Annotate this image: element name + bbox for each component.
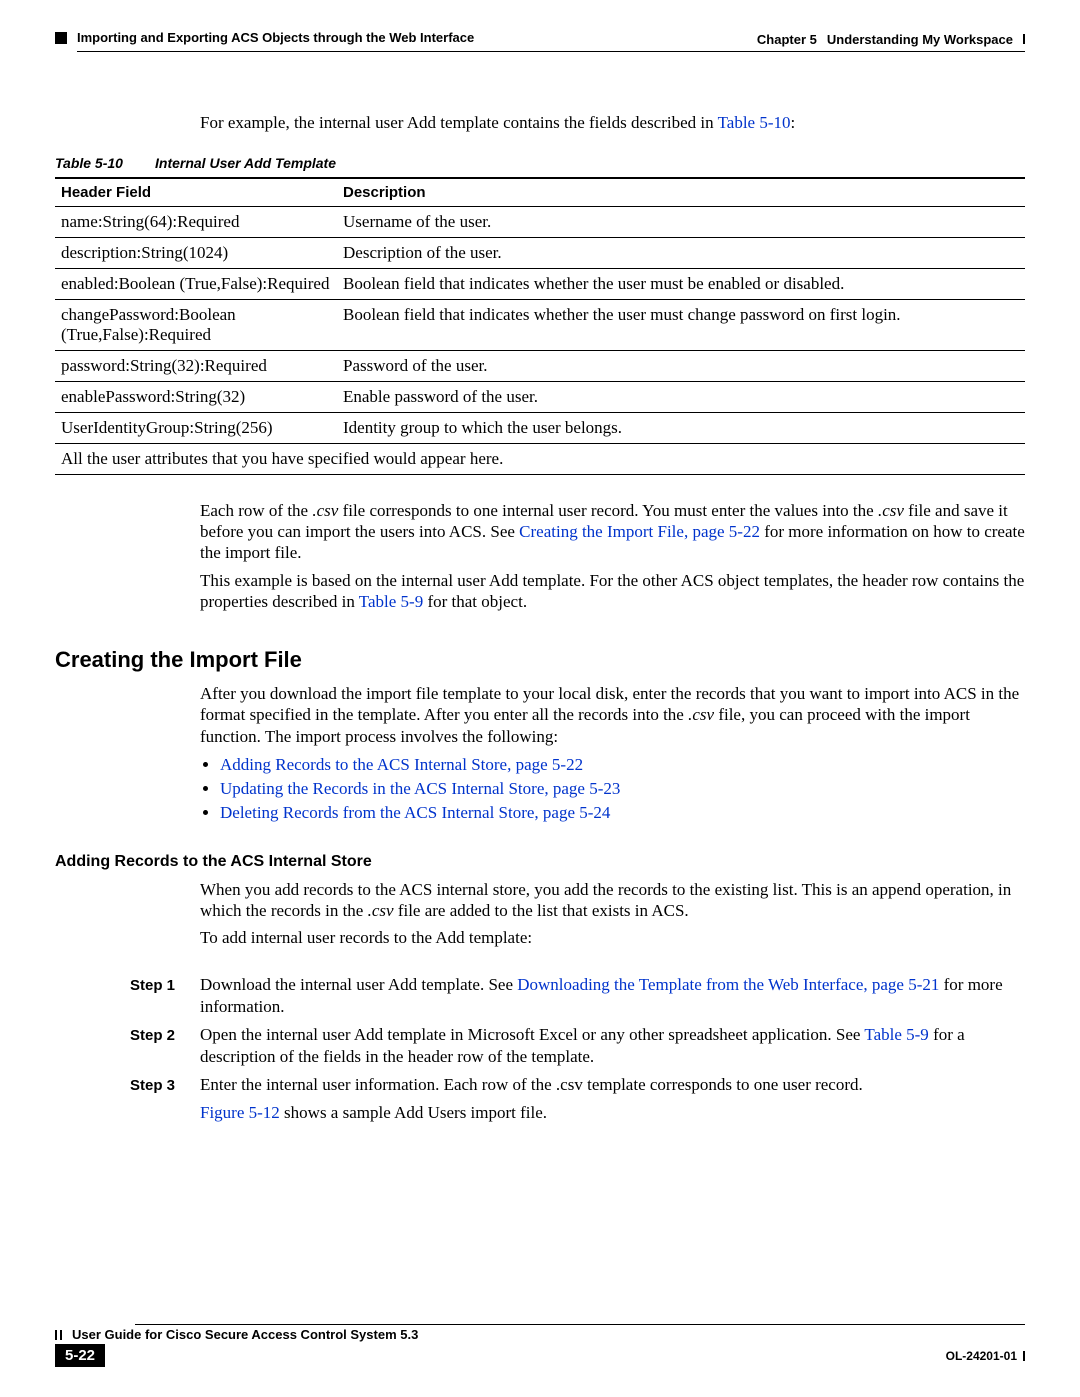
- table-row: description:String(1024)Description of t…: [55, 237, 1025, 268]
- link-table-5-10[interactable]: Table 5-10: [718, 113, 791, 132]
- header-marker: [55, 32, 67, 44]
- paragraph: After you download the import file templ…: [200, 683, 1025, 747]
- link-figure-5-12[interactable]: Figure 5-12: [200, 1103, 280, 1122]
- step-body: Download the internal user Add template.…: [200, 974, 1025, 1018]
- page-number: 5-22: [55, 1344, 105, 1367]
- table-row: name:String(64):RequiredUsername of the …: [55, 206, 1025, 237]
- table-row: password:String(32):RequiredPassword of …: [55, 350, 1025, 381]
- link-deleting-records[interactable]: Deleting Records from the ACS Internal S…: [220, 803, 610, 822]
- intro-paragraph: For example, the internal user Add templ…: [200, 112, 1025, 133]
- step-label: Step 3: [130, 1077, 200, 1094]
- footer-tick: [55, 1330, 57, 1340]
- table-header-desc: Description: [337, 178, 1025, 207]
- table-caption: Table 5-10Internal User Add Template: [55, 155, 1025, 171]
- link-adding-records[interactable]: Adding Records to the ACS Internal Store…: [220, 755, 583, 774]
- footer-tick: [60, 1330, 62, 1340]
- link-download-template[interactable]: Downloading the Template from the Web In…: [517, 975, 939, 994]
- list-item: Updating the Records in the ACS Internal…: [220, 779, 1025, 799]
- footer-tick: [1023, 1351, 1025, 1361]
- header-title: Understanding My Workspace: [827, 32, 1013, 47]
- step-label: Step 2: [130, 1027, 200, 1044]
- paragraph: When you add records to the ACS internal…: [200, 879, 1025, 922]
- header-left-text: Importing and Exporting ACS Objects thro…: [77, 30, 474, 45]
- table-row: enablePassword:String(32)Enable password…: [55, 381, 1025, 412]
- step-row: Step 2 Open the internal user Add templa…: [130, 1024, 1025, 1068]
- table-row: enabled:Boolean (True,False):RequiredBoo…: [55, 268, 1025, 299]
- paragraph: This example is based on the internal us…: [200, 570, 1025, 613]
- link-table-5-9[interactable]: Table 5-9: [359, 592, 423, 611]
- heading-creating-import-file: Creating the Import File: [55, 647, 1025, 673]
- list-item: Deleting Records from the ACS Internal S…: [220, 803, 1025, 823]
- table-row: changePassword:Boolean (True,False):Requ…: [55, 299, 1025, 350]
- step-label: Step 1: [130, 977, 200, 994]
- table-header-field: Header Field: [55, 178, 337, 207]
- bullet-list: Adding Records to the ACS Internal Store…: [200, 755, 1025, 823]
- list-item: Adding Records to the ACS Internal Store…: [220, 755, 1025, 775]
- page-header: Importing and Exporting ACS Objects thro…: [55, 30, 1025, 47]
- page-footer: User Guide for Cisco Secure Access Contr…: [55, 1324, 1025, 1367]
- step-body: Enter the internal user information. Eac…: [200, 1074, 1025, 1124]
- link-updating-records[interactable]: Updating the Records in the ACS Internal…: [220, 779, 620, 798]
- table-row: UserIdentityGroup:String(256)Identity gr…: [55, 412, 1025, 443]
- header-rule: [77, 51, 1025, 52]
- table-row: All the user attributes that you have sp…: [55, 443, 1025, 474]
- heading-adding-records: Adding Records to the ACS Internal Store: [55, 853, 1025, 871]
- paragraph: To add internal user records to the Add …: [200, 927, 1025, 948]
- step-row: Step 1 Download the internal user Add te…: [130, 974, 1025, 1018]
- doc-id: OL-24201-01: [946, 1349, 1017, 1363]
- step-body: Open the internal user Add template in M…: [200, 1024, 1025, 1068]
- link-creating-import-file[interactable]: Creating the Import File, page 5-22: [519, 522, 760, 541]
- footer-guide-title: User Guide for Cisco Secure Access Contr…: [72, 1327, 418, 1342]
- paragraph: Each row of the .csv file corresponds to…: [200, 500, 1025, 564]
- link-table-5-9[interactable]: Table 5-9: [864, 1025, 928, 1044]
- header-tick: [1023, 34, 1025, 44]
- table-5-10: Header Field Description name:String(64)…: [55, 177, 1025, 475]
- step-row: Step 3 Enter the internal user informati…: [130, 1074, 1025, 1124]
- header-chapter: Chapter 5: [757, 32, 817, 47]
